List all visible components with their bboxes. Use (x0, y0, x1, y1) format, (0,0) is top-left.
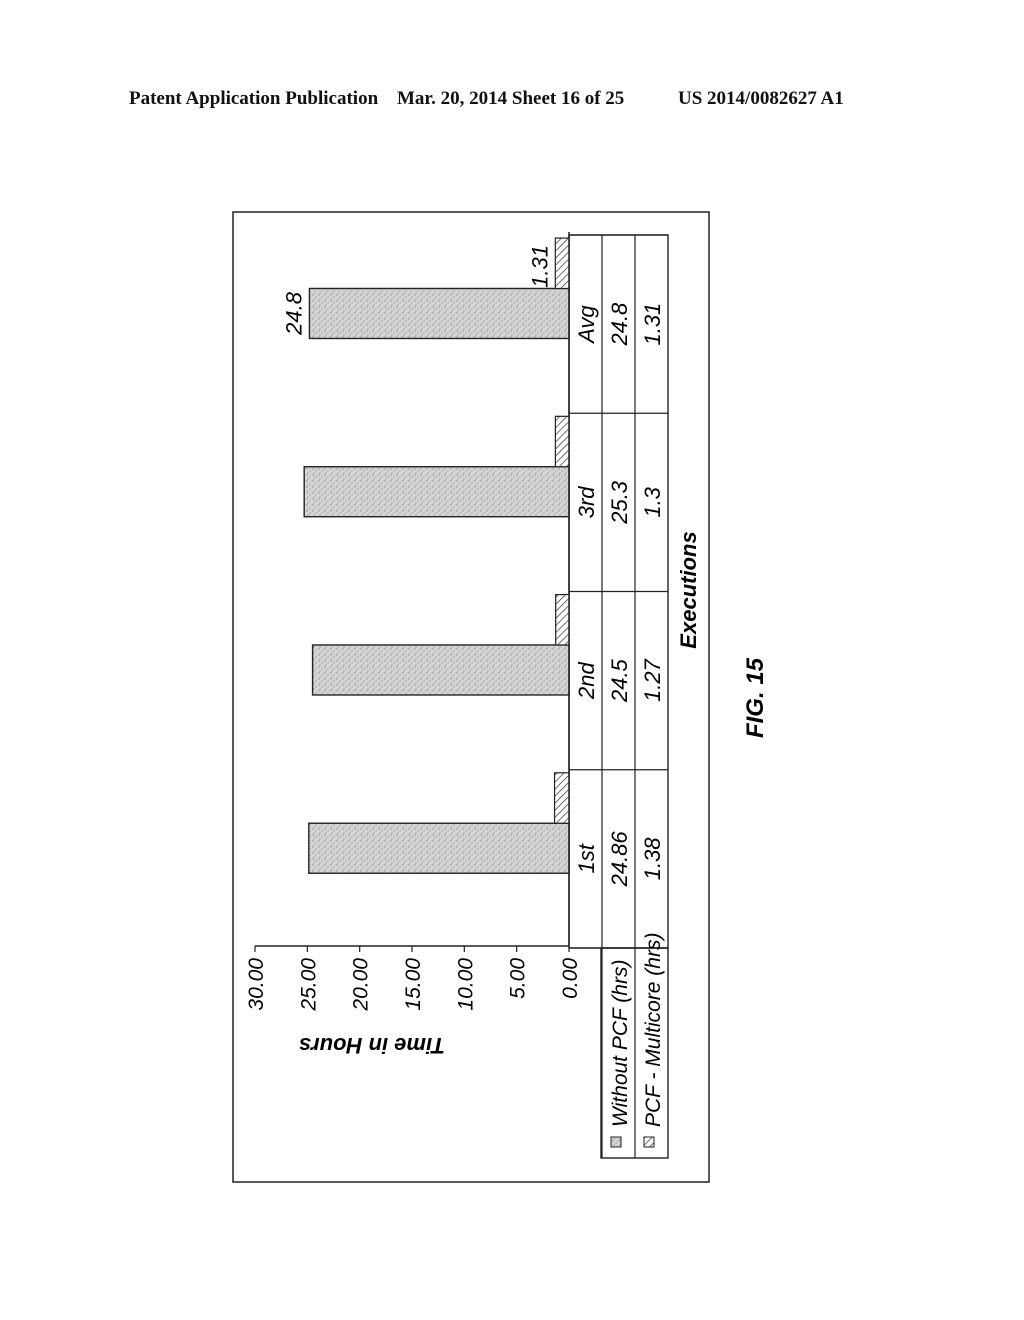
y-tick-label: 20.00 (350, 958, 373, 1012)
x-axis-title: Executions (676, 531, 701, 648)
data-label: 24.8 (281, 291, 306, 336)
bar-chart: 0.00 5.00 10.00 15.00 20.00 25.00 30.00 24.8 1.3… (232, 211, 769, 1183)
table-cell: 24.8 (607, 302, 632, 347)
data-label: 1.31 (527, 245, 552, 288)
table-cell: 1.31 (640, 303, 665, 346)
legend-label: Without PCF (hrs) (609, 960, 632, 1127)
figure-label: FIG. 15 (742, 657, 769, 738)
legend-swatch-without-pcf (610, 1136, 622, 1148)
y-axis-title: Time in Hours (299, 1033, 445, 1058)
y-tick-label: 25.00 (297, 958, 320, 1012)
legend-swatch-pcf-multicore (643, 1136, 655, 1148)
y-tick-label: 5.00 (507, 958, 530, 999)
category-label: 3rd (574, 486, 599, 519)
table-cell: 1.3 (640, 486, 665, 517)
bar-pcf-multicore (554, 237, 570, 290)
table-cell: 25.3 (607, 480, 632, 525)
table-cell: 24.86 (607, 831, 632, 888)
bar-pcf-multicore (554, 415, 570, 468)
table-cell: 1.27 (640, 658, 665, 702)
category-label: 1st (574, 843, 599, 873)
bar-without-pcf (308, 287, 570, 340)
bar-without-pcf (311, 644, 570, 696)
y-tick-label: 0.00 (559, 958, 582, 999)
table-cell: 24.5 (607, 658, 632, 703)
y-tick-label: 15.00 (402, 958, 425, 1011)
category-label: Avg (574, 305, 599, 345)
category-label: 2nd (574, 662, 599, 700)
table-cell: 1.38 (640, 837, 665, 881)
y-tick-label: 10.00 (454, 958, 477, 1011)
bar-without-pcf (308, 822, 570, 874)
bar-pcf-multicore (555, 593, 570, 646)
y-tick-label: 30.00 (245, 958, 268, 1011)
plot-area: 0.00 5.00 10.00 15.00 20.00 25.00 30.00 24.8 1.3… (245, 232, 669, 1159)
legend-label: PCF - Multicore (hrs) (642, 933, 665, 1127)
bar-without-pcf (303, 466, 570, 518)
bar-pcf-multicore (553, 772, 570, 824)
